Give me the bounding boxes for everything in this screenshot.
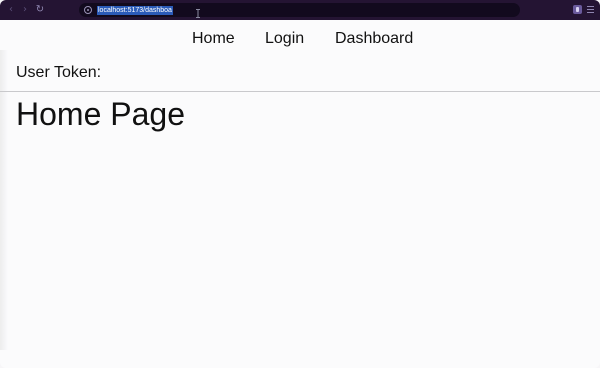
nav-link-home[interactable]: Home [192, 30, 235, 48]
user-token-row: User Token: [16, 64, 105, 82]
page-title: Home Page [16, 96, 185, 132]
menu-icon[interactable] [586, 5, 595, 14]
nav-link-dashboard[interactable]: Dashboard [335, 30, 413, 48]
nav-link-login[interactable]: Login [265, 30, 304, 48]
extension-icon[interactable] [573, 5, 582, 14]
top-nav: Home Login Dashboard [0, 30, 600, 50]
browser-window: ‹ › ↻ localhost:5173/dashboa Home Login … [0, 0, 600, 368]
page-content: Home Login Dashboard User Token: Home Pa… [0, 20, 600, 368]
url-text[interactable]: localhost:5173/dashboa [97, 5, 173, 15]
divider [0, 91, 600, 92]
edge-shadow [0, 50, 8, 350]
back-icon[interactable]: ‹ [5, 4, 17, 16]
reload-icon[interactable]: ↻ [34, 4, 46, 16]
forward-icon[interactable]: › [19, 4, 31, 16]
user-token-label: User Token: [16, 64, 102, 81]
address-bar[interactable]: localhost:5173/dashboa [79, 3, 520, 17]
site-info-icon[interactable] [84, 6, 92, 14]
browser-toolbar: ‹ › ↻ localhost:5173/dashboa [0, 0, 600, 20]
text-cursor-icon [196, 9, 200, 18]
